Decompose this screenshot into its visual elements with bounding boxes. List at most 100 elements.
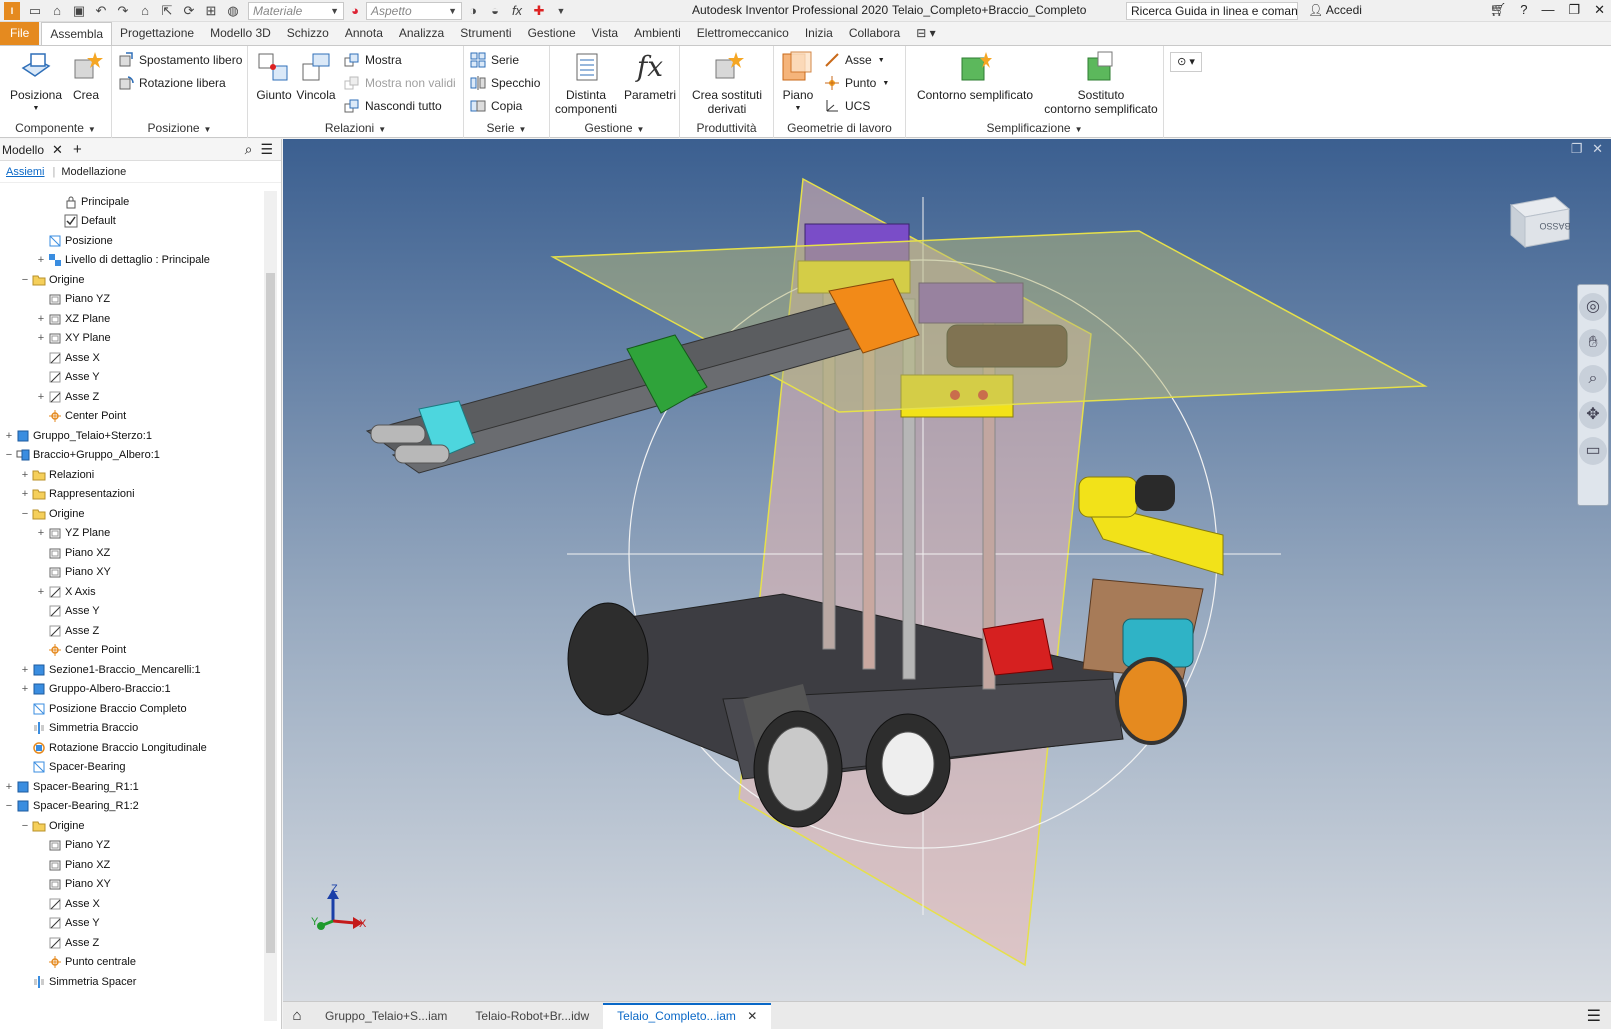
adjust-icon[interactable]: ◒	[487, 3, 503, 19]
serie-button[interactable]: Serie	[470, 52, 519, 68]
collapse-icon[interactable]: −	[20, 508, 30, 520]
arm-end-bracket[interactable]	[394, 444, 450, 464]
restore-icon[interactable]: ❐	[1568, 2, 1580, 18]
posiziona-button[interactable]: Posiziona ▼	[8, 50, 64, 116]
tab-assembla[interactable]: Assembla	[41, 22, 113, 45]
tree-node[interactable]: Piano XY	[36, 563, 111, 582]
tree-node[interactable]: + Livello di dettaglio : Principale	[36, 251, 210, 270]
doc-tab-gruppo-telaio[interactable]: Gruppo_Telaio+S...iam	[311, 1003, 461, 1029]
fx-icon[interactable]: fx	[509, 3, 525, 19]
tree-node[interactable]: + Spacer-Bearing_R1:1	[4, 777, 139, 796]
tree-node[interactable]: Principale	[52, 192, 129, 211]
tree-node[interactable]: Center Point	[36, 407, 126, 426]
doc-tab-telaio-robot[interactable]: Telaio-Robot+Br...idw	[461, 1003, 603, 1029]
menu-icon[interactable]: ☰	[1587, 1006, 1601, 1026]
mostra-non-validi-button[interactable]: Mostra non validi	[344, 75, 456, 91]
tree-node[interactable]: + YZ Plane	[36, 524, 110, 543]
redo-icon[interactable]: ↷	[115, 3, 131, 19]
close-icon[interactable]: ✕	[1592, 141, 1603, 156]
tree-node[interactable]: + Rappresentazioni	[20, 485, 135, 504]
look-at-icon[interactable]: ▭	[1579, 437, 1607, 465]
expand-icon[interactable]: +	[36, 313, 46, 325]
panel-title-posizione[interactable]: Posizione ▼	[112, 121, 247, 135]
tab-vista[interactable]: Vista	[584, 22, 626, 45]
tree-node[interactable]: Posizione Braccio Completo	[20, 699, 187, 718]
panel-title-componente[interactable]: Componente ▼	[0, 121, 111, 135]
tree-node[interactable]: + XY Plane	[36, 329, 111, 348]
tree-node[interactable]: + XZ Plane	[36, 309, 110, 328]
vincola-button[interactable]: Vincola	[294, 50, 338, 102]
close-icon[interactable]: ✕	[1594, 2, 1605, 18]
tree-node[interactable]: + Gruppo_Telaio+Sterzo:1	[4, 426, 152, 445]
customize-icon[interactable]: ▼	[553, 3, 569, 19]
add-icon[interactable]: +	[73, 141, 82, 158]
expand-icon[interactable]: +	[36, 586, 46, 598]
crea-button[interactable]: Crea	[66, 50, 106, 102]
measure-icon[interactable]: ⊞	[203, 3, 219, 19]
tree-scrollbar[interactable]	[264, 191, 277, 1021]
steering-wheel-icon[interactable]: ◎	[1579, 293, 1607, 321]
help-icon[interactable]: ?	[1520, 2, 1527, 18]
rotazione-libera-button[interactable]: Rotazione libera	[118, 75, 226, 91]
spostamento-libero-button[interactable]: Spostamento libero	[118, 52, 242, 68]
appearance-select[interactable]: Aspetto ▼	[366, 1, 462, 20]
panel-title-semplificazione[interactable]: Semplificazione ▼	[906, 121, 1163, 135]
maximize-icon[interactable]: ❐	[1571, 141, 1583, 156]
tree-node[interactable]: Posizione	[36, 231, 113, 250]
tree-node[interactable]: Default	[52, 212, 116, 231]
tree-node[interactable]: − Braccio+Gruppo_Albero:1	[4, 446, 160, 465]
collapse-icon[interactable]: −	[20, 820, 30, 832]
expand-icon[interactable]: +	[36, 391, 46, 403]
zoom-icon[interactable]: ⌕	[1579, 365, 1607, 393]
tab-elettromeccanico[interactable]: Elettromeccanico	[689, 22, 797, 45]
tab-assiemi[interactable]: Assiemi	[6, 166, 45, 178]
crea-sostituti-button[interactable]: Crea sostituti derivati	[684, 50, 770, 116]
ribbon-extra-dropdown[interactable]: ⊙ ▾	[1170, 52, 1202, 72]
block-red[interactable]	[982, 618, 1054, 676]
tree-node[interactable]: Piano YZ	[36, 290, 110, 309]
expand-icon[interactable]: +	[20, 469, 30, 481]
tab-file[interactable]: File	[0, 22, 40, 45]
material-select[interactable]: Materiale ▼	[248, 1, 344, 20]
tree-node[interactable]: Spacer-Bearing	[20, 758, 125, 777]
tree-node[interactable]: Asse X	[36, 894, 100, 913]
arm-end-bracket[interactable]	[370, 424, 426, 444]
panel-title-gestione[interactable]: Gestione ▼	[550, 121, 679, 135]
search-icon[interactable]: ⌕	[245, 141, 253, 158]
tree-node[interactable]: + Asse Z	[36, 387, 99, 406]
cart-icon[interactable]: 🛒︎	[1490, 2, 1507, 18]
orbit-icon[interactable]: ✥	[1579, 401, 1607, 429]
expand-icon[interactable]: +	[4, 781, 14, 793]
expand-icon[interactable]: +	[20, 664, 30, 676]
wheel-rear-left[interactable]	[567, 602, 649, 716]
tree-node[interactable]: + X Axis	[36, 582, 96, 601]
tab-modellazione[interactable]: Modellazione	[61, 166, 126, 178]
turret-servo[interactable]	[1078, 476, 1138, 518]
expand-icon[interactable]: +	[20, 683, 30, 695]
tab-modello-3d[interactable]: Modello 3D	[202, 22, 279, 45]
help-search-input[interactable]: Ricerca Guida in linea e comand	[1126, 2, 1298, 20]
update-icon[interactable]: ⟳	[181, 3, 197, 19]
tab-analizza[interactable]: Analizza	[391, 22, 452, 45]
plus-icon[interactable]: ✚	[531, 3, 547, 19]
tree-node[interactable]: Asse Y	[36, 602, 100, 621]
collapse-icon[interactable]: −	[4, 449, 14, 461]
ribbon-options-icon[interactable]: ⊟ ▾	[908, 22, 943, 45]
close-icon[interactable]: ✕	[747, 1009, 757, 1023]
undo-icon[interactable]: ↶	[93, 3, 109, 19]
tab-ambienti[interactable]: Ambienti	[626, 22, 689, 45]
parametri-button[interactable]: fx Parametri	[622, 50, 678, 102]
clear-appearance-icon[interactable]: ◑	[465, 3, 481, 19]
graphics-viewport[interactable]: Z X Y BASSO ❐ ✕ ◎ ✋︎ ⌕ ✥ ▭	[283, 139, 1611, 1001]
collapse-icon[interactable]: −	[4, 800, 14, 812]
turret-gear[interactable]	[1135, 475, 1175, 511]
tree-node[interactable]: Asse Z	[36, 933, 99, 952]
sostituto-contorno-button[interactable]: Sostituto contorno semplificato	[1042, 50, 1160, 116]
giunto-button[interactable]: Giunto	[254, 50, 294, 102]
tab-collabora[interactable]: Collabora	[841, 22, 908, 45]
collapse-icon[interactable]: −	[20, 274, 30, 286]
menu-icon[interactable]: ☰	[260, 141, 273, 158]
tree-node[interactable]: Piano YZ	[36, 836, 110, 855]
tree-node[interactable]: Punto centrale	[36, 953, 136, 972]
ucs-button[interactable]: UCS	[824, 98, 870, 114]
